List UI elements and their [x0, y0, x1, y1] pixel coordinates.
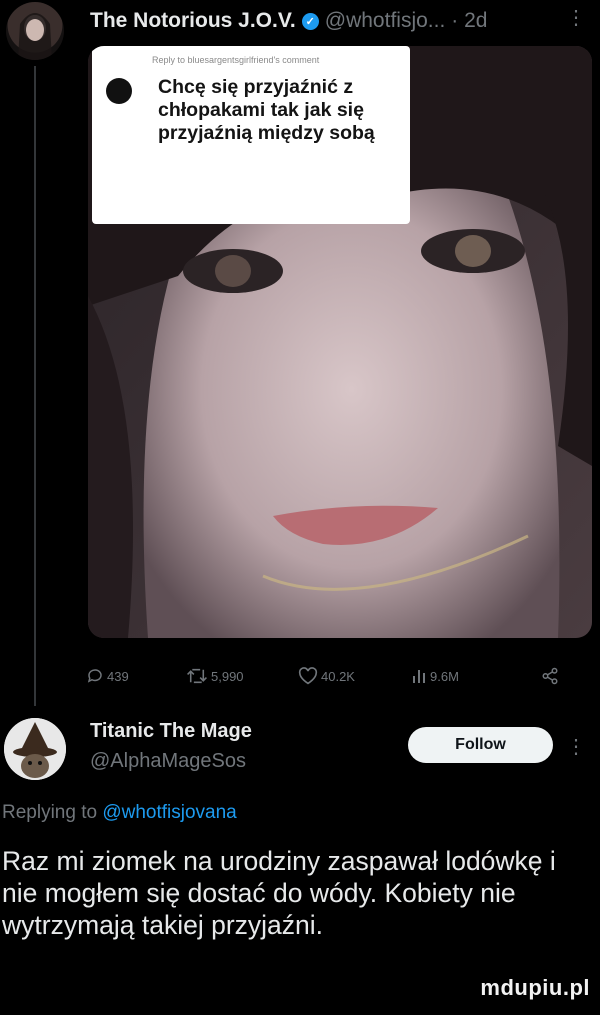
follow-button[interactable]: Follow	[408, 727, 553, 763]
author-handle[interactable]: @whotfisjo...	[325, 9, 446, 33]
reply-count: 439	[107, 668, 129, 684]
replying-prefix: Replying to	[2, 802, 98, 823]
views-bar-chart-icon	[413, 670, 425, 683]
like-button[interactable]: 40.2K	[298, 667, 355, 685]
views-count: 9.6M	[430, 668, 459, 684]
reply-body-text: Raz mi ziomek na urodziny zaspawał lodów…	[2, 846, 556, 940]
tweet-timestamp[interactable]: · 2d	[451, 9, 487, 33]
reply-author-handle[interactable]: @AlphaMageSos	[90, 750, 246, 773]
sticker-comment-text: Chcę się przyjaźnić z chłopakami tak jak…	[158, 76, 375, 144]
like-count: 40.2K	[321, 668, 355, 684]
tweet-header: The Notorious J.O.V. ✓ @whotfisjo... · 2…	[90, 6, 487, 36]
reply-icon	[87, 669, 102, 683]
retweet-count: 5,990	[211, 668, 244, 684]
retweet-icon	[187, 668, 207, 684]
reply-comment-sticker: Reply to bluesargentsgirlfriend's commen…	[92, 46, 410, 224]
replying-to-line: Replying to @whotfisjovana	[2, 802, 237, 824]
tweet-media-image[interactable]: Reply to bluesargentsgirlfriend's commen…	[88, 46, 592, 638]
thread-connector	[34, 66, 36, 706]
more-vertical-icon[interactable]: ⋮	[566, 8, 586, 28]
reply-button[interactable]: 439	[86, 667, 129, 685]
more-vertical-icon[interactable]: ⋮	[566, 734, 586, 759]
share-button[interactable]	[541, 667, 559, 685]
tweet-actions: 439 5,990 40.2K 9.6M	[86, 664, 592, 688]
reply-author-name[interactable]: Titanic The Mage	[90, 720, 252, 743]
reply-author-avatar[interactable]	[4, 718, 66, 780]
replying-mention-link[interactable]: @whotfisjovana	[102, 802, 236, 823]
site-watermark: mdupiu.pl	[480, 975, 590, 1000]
heart-icon	[298, 667, 318, 685]
author-name[interactable]: The Notorious J.O.V.	[90, 9, 296, 33]
retweet-button[interactable]: 5,990	[186, 667, 244, 685]
share-icon	[542, 667, 558, 685]
sticker-caption: Reply to bluesargentsgirlfriend's commen…	[152, 55, 320, 65]
author-avatar[interactable]	[6, 2, 64, 60]
sticker-avatar	[106, 78, 132, 104]
verified-badge-icon: ✓	[301, 12, 319, 30]
views-button[interactable]: 9.6M	[411, 668, 459, 684]
